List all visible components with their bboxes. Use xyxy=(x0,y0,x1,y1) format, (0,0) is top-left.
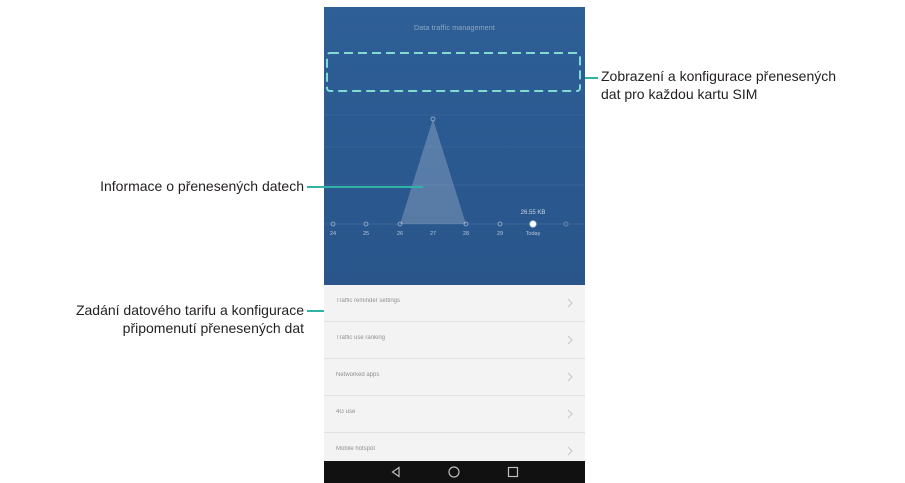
chart-peak-area xyxy=(400,119,466,224)
plan-annotation-line2: připomenutí přenesených dat xyxy=(122,320,304,336)
info-callout-line xyxy=(307,186,423,188)
plan-annotation-line1: Zadání datového tarifu a konfigurace xyxy=(75,302,304,318)
chart-tick-label: 27 xyxy=(430,231,436,237)
list-item-label: Mobile hotspot xyxy=(336,446,376,452)
chevron-right-icon xyxy=(567,298,573,308)
list-item-label: Traffic use ranking xyxy=(336,335,386,341)
list-item-label: Networked apps xyxy=(336,372,380,378)
chevron-right-icon xyxy=(567,446,573,456)
chart-tick-label: 26 xyxy=(397,231,403,237)
chart-tick-label: Today xyxy=(526,231,541,237)
chart-tick-label: 29 xyxy=(497,231,503,237)
back-icon[interactable] xyxy=(390,466,402,478)
traffic-chart[interactable]: 24 25 26 27 28 29 Today 26.55 KB xyxy=(324,7,585,285)
list-item-traffic-use-ranking[interactable]: Traffic use ranking xyxy=(324,322,585,359)
sim-annotation-line2: dat pro každou kartu SIM xyxy=(601,86,758,102)
chart-point-today[interactable] xyxy=(529,220,537,228)
recents-icon[interactable] xyxy=(507,466,519,478)
list-item-traffic-reminder-settings[interactable]: Traffic reminder settings xyxy=(324,285,585,322)
list-item-networked-apps[interactable]: Networked apps xyxy=(324,359,585,396)
chart-tick-labels: 24 25 26 27 28 29 Today xyxy=(330,231,541,237)
chart-tick-label: 24 xyxy=(330,231,336,237)
list-item-label: Traffic reminder settings xyxy=(336,298,401,304)
navigation-bar xyxy=(324,461,585,483)
plan-annotation: Zadání datového tarifu a konfigurace při… xyxy=(76,301,304,337)
info-annotation-line1: Informace o přenesených datech xyxy=(100,178,304,194)
sim-annotation-line1: Zobrazení a konfigurace přenesených xyxy=(601,68,837,84)
list-item-4g-use[interactable]: 4G use xyxy=(324,396,585,433)
chevron-right-icon xyxy=(567,335,573,345)
chart-tick-label: 28 xyxy=(463,231,469,237)
chevron-right-icon xyxy=(567,372,573,382)
traffic-header: Data traffic management 24 25 26 27 28 29 Toda… xyxy=(324,7,585,285)
chevron-right-icon xyxy=(567,409,573,419)
chart-area xyxy=(400,119,466,224)
phone-screen: Data traffic management 24 25 26 27 28 29 Toda… xyxy=(324,7,585,483)
plan-callout-line xyxy=(307,310,324,312)
home-icon[interactable] xyxy=(448,466,460,478)
chart-tick-label: 25 xyxy=(363,231,369,237)
list-item-label: 4G use xyxy=(336,409,356,415)
list-item-mobile-hotspot[interactable]: Mobile hotspot xyxy=(324,433,585,461)
today-value-label: 26.55 KB xyxy=(521,210,546,216)
info-annotation: Informace o přenesených datech xyxy=(100,177,304,195)
sim-annotation: Zobrazení a konfigurace přenesených dat … xyxy=(601,67,836,103)
sim-callout-line xyxy=(585,77,598,79)
settings-list: Traffic reminder settings Traffic use ra… xyxy=(324,285,585,461)
